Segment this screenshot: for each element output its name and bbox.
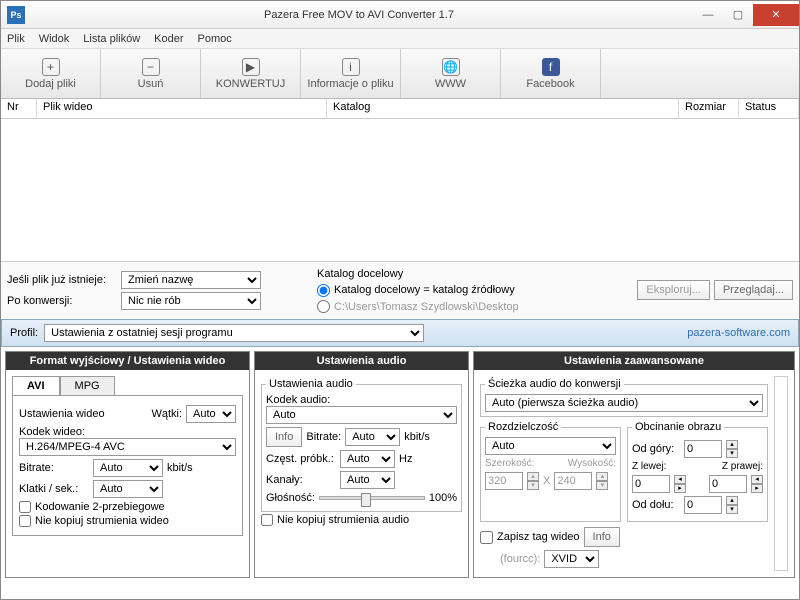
tab-mpg[interactable]: MPG <box>60 376 115 395</box>
dest-radio-same[interactable] <box>317 284 330 297</box>
tab-avi[interactable]: AVI <box>12 376 60 395</box>
after-select[interactable]: Nic nie rób <box>121 292 261 310</box>
col-rozmiar[interactable]: Rozmiar <box>679 99 739 118</box>
panel1-title: Format wyjściowy / Ustawienia wideo <box>6 352 249 370</box>
menu-lista[interactable]: Lista plików <box>83 33 140 45</box>
close-button[interactable]: ✕ <box>753 4 799 26</box>
fourcc-select[interactable]: XVID <box>544 550 599 568</box>
minus-icon: − <box>142 58 160 76</box>
video-bitrate-select[interactable]: Auto <box>93 459 163 477</box>
dest-title: Katalog docelowy <box>317 268 793 280</box>
menu-plik[interactable]: Plik <box>7 33 25 45</box>
exists-label: Jeśli plik już istnieje: <box>7 274 117 286</box>
fourcc-checkbox[interactable] <box>480 531 493 544</box>
nocopy-video-checkbox[interactable] <box>19 515 31 527</box>
fileinfo-button[interactable]: iInformacje o pliku <box>301 49 401 98</box>
col-nr[interactable]: Nr <box>1 99 37 118</box>
maximize-button[interactable]: ▢ <box>723 4 753 26</box>
after-label: Po konwersji: <box>7 295 117 307</box>
audio-info-button[interactable]: Info <box>266 427 302 447</box>
menubar: Plik Widok Lista plików Koder Pomoc <box>1 29 799 49</box>
info-icon: i <box>342 58 360 76</box>
menu-koder[interactable]: Koder <box>154 33 183 45</box>
profil-label: Profil: <box>10 327 38 339</box>
browse-button[interactable]: Przeglądaj... <box>714 280 793 300</box>
channels-select[interactable]: Auto <box>340 471 395 489</box>
video-codec-select[interactable]: H.264/MPEG-4 AVC <box>19 438 236 456</box>
www-button[interactable]: 🌐WWW <box>401 49 501 98</box>
exists-select[interactable]: Zmień nazwę <box>121 271 261 289</box>
facebook-button[interactable]: fFacebook <box>501 49 601 98</box>
width-spin[interactable]: 320 <box>485 472 523 490</box>
col-katalog[interactable]: Katalog <box>327 99 679 118</box>
crop-right[interactable]: 0 <box>709 475 747 493</box>
menu-pomoc[interactable]: Pomoc <box>198 33 232 45</box>
globe-icon: 🌐 <box>442 58 460 76</box>
fps-select[interactable]: Auto <box>93 480 163 498</box>
resolution-select[interactable]: Auto <box>485 437 616 455</box>
col-plik[interactable]: Plik wideo <box>37 99 327 118</box>
facebook-icon: f <box>542 58 560 76</box>
add-files-button[interactable]: +Dodaj pliki <box>1 49 101 98</box>
panel2-title: Ustawienia audio <box>255 352 468 370</box>
twopass-checkbox[interactable] <box>19 501 31 513</box>
volume-slider[interactable] <box>319 496 425 500</box>
menu-widok[interactable]: Widok <box>39 33 70 45</box>
crop-left[interactable]: 0 <box>632 475 670 493</box>
app-icon: Ps <box>7 6 25 24</box>
convert-button[interactable]: ▶KONWERTUJ <box>201 49 301 98</box>
column-headers: Nr Plik wideo Katalog Rozmiar Status <box>1 99 799 119</box>
window-title: Pazera Free MOV to AVI Converter 1.7 <box>25 9 693 21</box>
audio-codec-select[interactable]: Auto <box>266 406 457 424</box>
explore-button[interactable]: Eksploruj... <box>637 280 709 300</box>
threads-select[interactable]: Auto <box>186 405 236 423</box>
dest-radio-path[interactable] <box>317 300 330 313</box>
audio-bitrate-select[interactable]: Auto <box>345 428 400 446</box>
fourcc-info-button[interactable]: Info <box>584 527 620 547</box>
profil-select[interactable]: Ustawienia z ostatniej sesji programu <box>44 324 424 342</box>
panel3-title: Ustawienia zaawansowane <box>474 352 794 370</box>
remove-button[interactable]: −Usuń <box>101 49 201 98</box>
height-spin[interactable]: 240 <box>554 472 592 490</box>
col-status[interactable]: Status <box>739 99 799 118</box>
crop-top[interactable]: 0 <box>684 440 722 458</box>
minimize-button[interactable]: — <box>693 4 723 26</box>
website-link[interactable]: pazera-software.com <box>687 327 790 339</box>
toolbar: +Dodaj pliki −Usuń ▶KONWERTUJ iInformacj… <box>1 49 799 99</box>
plus-icon: + <box>42 58 60 76</box>
audiotrack-select[interactable]: Auto (pierwsza ścieżka audio) <box>485 394 763 412</box>
file-list[interactable] <box>1 119 799 261</box>
crop-bottom[interactable]: 0 <box>684 496 722 514</box>
nocopy-audio-checkbox[interactable] <box>261 514 273 526</box>
panel3-scrollbar[interactable] <box>774 376 788 571</box>
samplerate-select[interactable]: Auto <box>340 450 395 468</box>
play-icon: ▶ <box>242 58 260 76</box>
